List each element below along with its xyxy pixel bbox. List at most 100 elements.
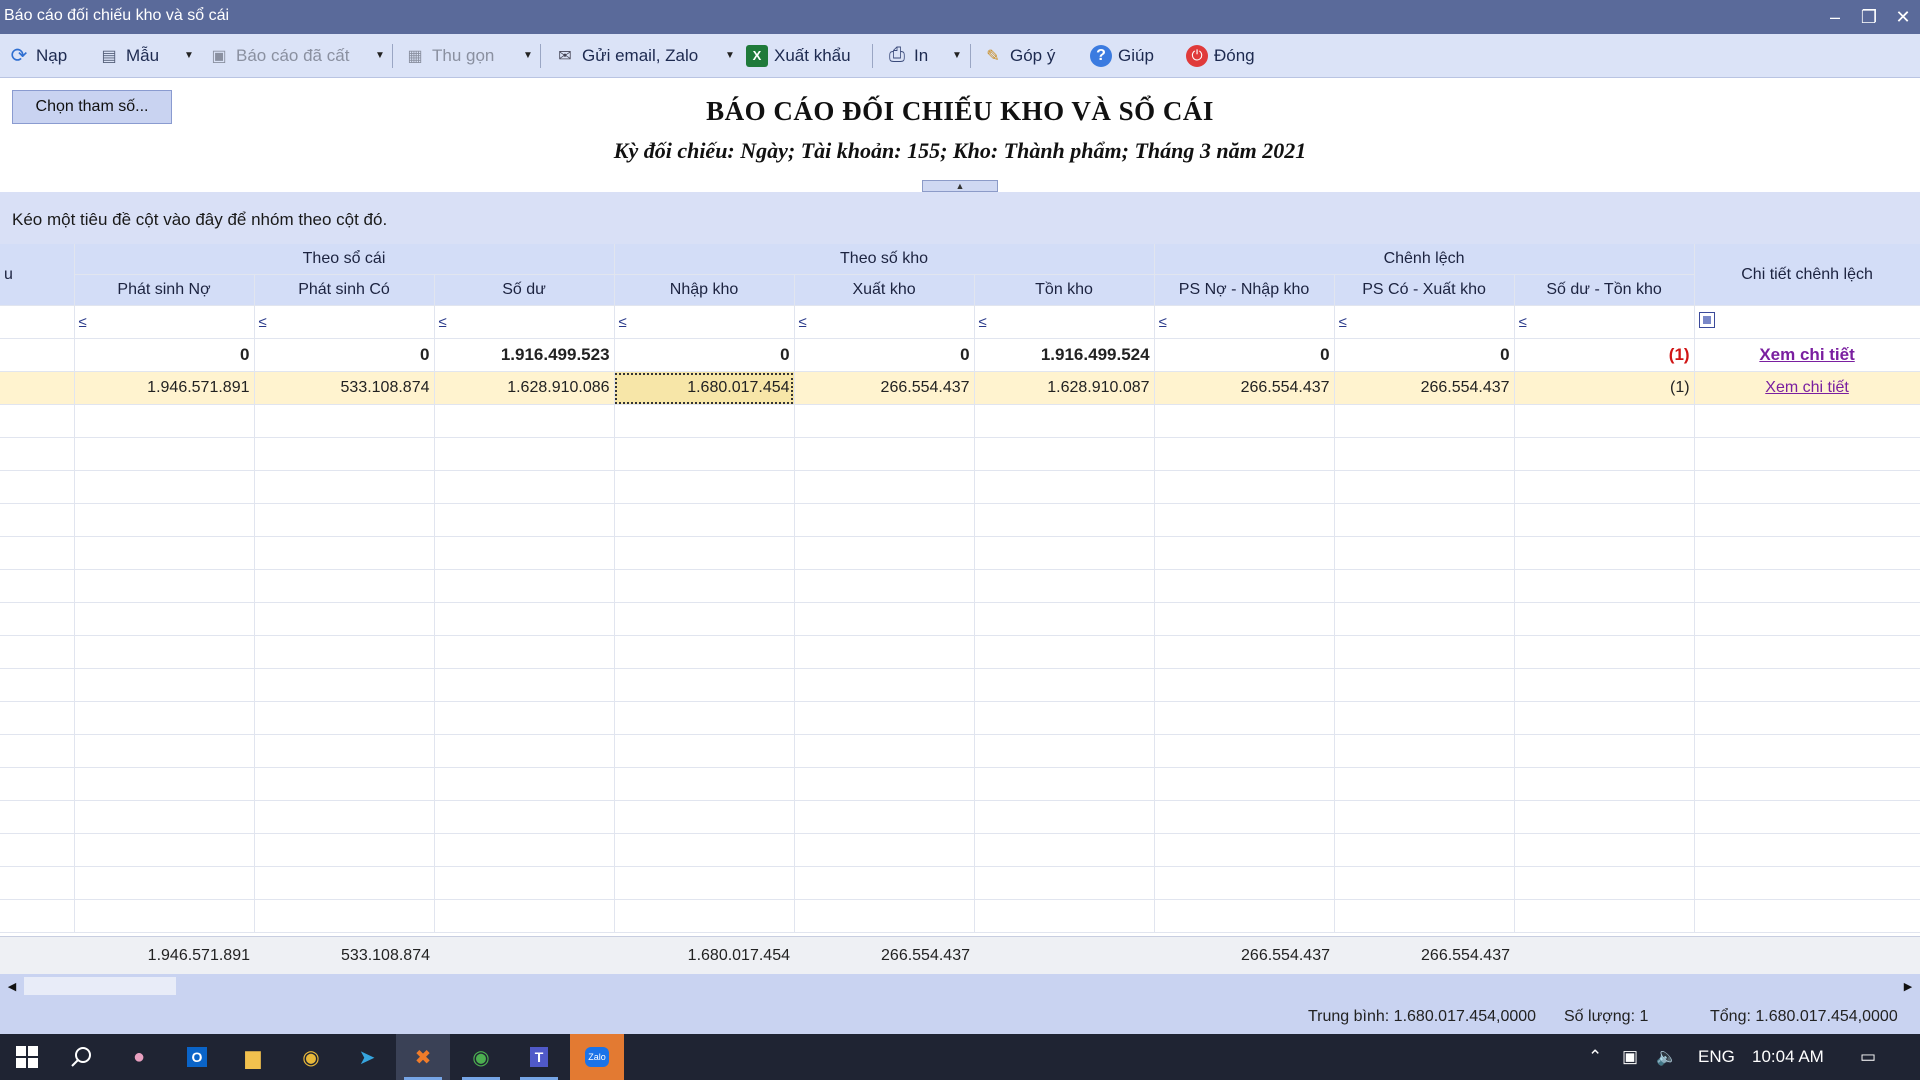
empty-cell[interactable] xyxy=(1694,800,1920,834)
horizontal-scrollbar[interactable]: ◀ ▶ xyxy=(0,974,1920,998)
filter-cell[interactable]: ≤ xyxy=(614,305,795,339)
empty-cell[interactable] xyxy=(794,866,975,900)
empty-cell[interactable] xyxy=(1694,404,1920,438)
table-cell[interactable]: 1.946.571.891 xyxy=(74,371,255,405)
empty-cell[interactable] xyxy=(434,569,615,603)
empty-cell[interactable] xyxy=(1334,569,1515,603)
empty-cell[interactable] xyxy=(1334,899,1515,933)
column-header-debit-minus-in[interactable]: PS Nợ - Nhập kho xyxy=(1154,274,1335,306)
language-indicator[interactable]: ENG xyxy=(1698,1034,1735,1080)
column-header-credit[interactable]: Phát sinh Có xyxy=(254,274,435,306)
empty-cell[interactable] xyxy=(1514,536,1695,570)
filter-op[interactable]: ≤ xyxy=(619,314,627,331)
empty-cell[interactable] xyxy=(0,899,75,933)
zalo-icon[interactable]: Zalo xyxy=(570,1034,624,1080)
empty-cell[interactable] xyxy=(974,602,1155,636)
summary-cell[interactable]: 0 xyxy=(1154,338,1335,372)
filter-cell[interactable]: ≤ xyxy=(1334,305,1515,339)
table-cell-focused[interactable]: 1.680.017.454 xyxy=(614,371,795,405)
empty-cell[interactable] xyxy=(1334,668,1515,702)
empty-cell[interactable] xyxy=(74,602,255,636)
chrome-icon[interactable]: ◉ xyxy=(454,1034,508,1080)
empty-cell[interactable] xyxy=(614,701,795,735)
column-header-balance-minus-stock[interactable]: Số dư - Tồn kho xyxy=(1514,274,1695,306)
empty-cell[interactable] xyxy=(1514,437,1695,471)
filter-op[interactable]: ≤ xyxy=(439,314,447,331)
send-email-dropdown-icon[interactable]: ▼ xyxy=(723,34,737,77)
empty-cell[interactable] xyxy=(974,833,1155,867)
misa-icon[interactable]: ✖ xyxy=(396,1034,450,1080)
empty-cell[interactable] xyxy=(1694,767,1920,801)
filter-checkbox[interactable] xyxy=(1698,312,1715,328)
empty-cell[interactable] xyxy=(254,767,435,801)
empty-cell[interactable] xyxy=(74,536,255,570)
empty-cell[interactable] xyxy=(1694,602,1920,636)
empty-cell[interactable] xyxy=(0,800,75,834)
scroll-left-icon[interactable]: ◀ xyxy=(2,976,22,996)
close-report-button[interactable]: ⏻ Đóng xyxy=(1186,34,1255,77)
empty-cell[interactable] xyxy=(1154,767,1335,801)
empty-cell[interactable] xyxy=(1514,569,1695,603)
empty-cell[interactable] xyxy=(614,503,795,537)
empty-cell[interactable] xyxy=(0,767,75,801)
empty-cell[interactable] xyxy=(794,800,975,834)
empty-cell[interactable] xyxy=(1694,536,1920,570)
file-explorer-icon[interactable]: ▆ xyxy=(226,1034,280,1080)
empty-cell[interactable] xyxy=(614,602,795,636)
empty-cell[interactable] xyxy=(1694,635,1920,669)
empty-cell[interactable] xyxy=(1334,833,1515,867)
empty-cell[interactable] xyxy=(1154,536,1335,570)
empty-cell[interactable] xyxy=(974,701,1155,735)
empty-cell[interactable] xyxy=(1154,503,1335,537)
empty-cell[interactable] xyxy=(74,437,255,471)
empty-cell[interactable] xyxy=(254,668,435,702)
windows-start-icon[interactable] xyxy=(0,1034,54,1080)
empty-cell[interactable] xyxy=(614,800,795,834)
empty-cell[interactable] xyxy=(1334,734,1515,768)
empty-cell[interactable] xyxy=(0,569,75,603)
empty-cell[interactable] xyxy=(974,635,1155,669)
table-cell[interactable] xyxy=(0,371,75,405)
paint-icon[interactable]: ● xyxy=(112,1034,166,1080)
empty-cell[interactable] xyxy=(0,404,75,438)
empty-cell[interactable] xyxy=(1154,635,1335,669)
empty-cell[interactable] xyxy=(1154,470,1335,504)
empty-cell[interactable] xyxy=(434,503,615,537)
filter-cell[interactable] xyxy=(1694,305,1920,339)
table-cell[interactable]: 533.108.874 xyxy=(254,371,435,405)
saved-reports-button[interactable]: ▣ Báo cáo đã cất xyxy=(208,34,349,77)
empty-cell[interactable] xyxy=(434,404,615,438)
summary-cell[interactable]: 1.916.499.523 xyxy=(434,338,615,372)
empty-cell[interactable] xyxy=(0,470,75,504)
empty-cell[interactable] xyxy=(1694,899,1920,933)
table-cell[interactable]: 266.554.437 xyxy=(794,371,975,405)
empty-cell[interactable] xyxy=(254,569,435,603)
empty-cell[interactable] xyxy=(434,833,615,867)
empty-cell[interactable] xyxy=(614,833,795,867)
saved-reports-dropdown-icon[interactable]: ▼ xyxy=(373,34,387,77)
empty-cell[interactable] xyxy=(974,800,1155,834)
empty-cell[interactable] xyxy=(794,767,975,801)
chrome-icon[interactable]: ◉ xyxy=(284,1034,338,1080)
empty-cell[interactable] xyxy=(974,668,1155,702)
summary-cell[interactable]: 0 xyxy=(74,338,255,372)
filter-op[interactable]: ≤ xyxy=(1519,314,1527,331)
empty-cell[interactable] xyxy=(254,503,435,537)
summary-cell[interactable]: (1) xyxy=(1514,338,1695,372)
summary-cell[interactable]: 1.916.499.524 xyxy=(974,338,1155,372)
empty-cell[interactable] xyxy=(74,569,255,603)
empty-cell[interactable] xyxy=(434,602,615,636)
restore-button[interactable]: ❐ xyxy=(1852,0,1886,34)
column-header-balance[interactable]: Số dư xyxy=(434,274,615,306)
empty-cell[interactable] xyxy=(434,800,615,834)
empty-cell[interactable] xyxy=(794,734,975,768)
empty-cell[interactable] xyxy=(1694,470,1920,504)
empty-cell[interactable] xyxy=(74,899,255,933)
empty-cell[interactable] xyxy=(1154,800,1335,834)
empty-cell[interactable] xyxy=(614,668,795,702)
first-column-header[interactable]: u xyxy=(0,244,75,306)
empty-cell[interactable] xyxy=(254,833,435,867)
empty-cell[interactable] xyxy=(1154,899,1335,933)
telegram-icon[interactable]: ➤ xyxy=(340,1034,394,1080)
empty-cell[interactable] xyxy=(974,503,1155,537)
